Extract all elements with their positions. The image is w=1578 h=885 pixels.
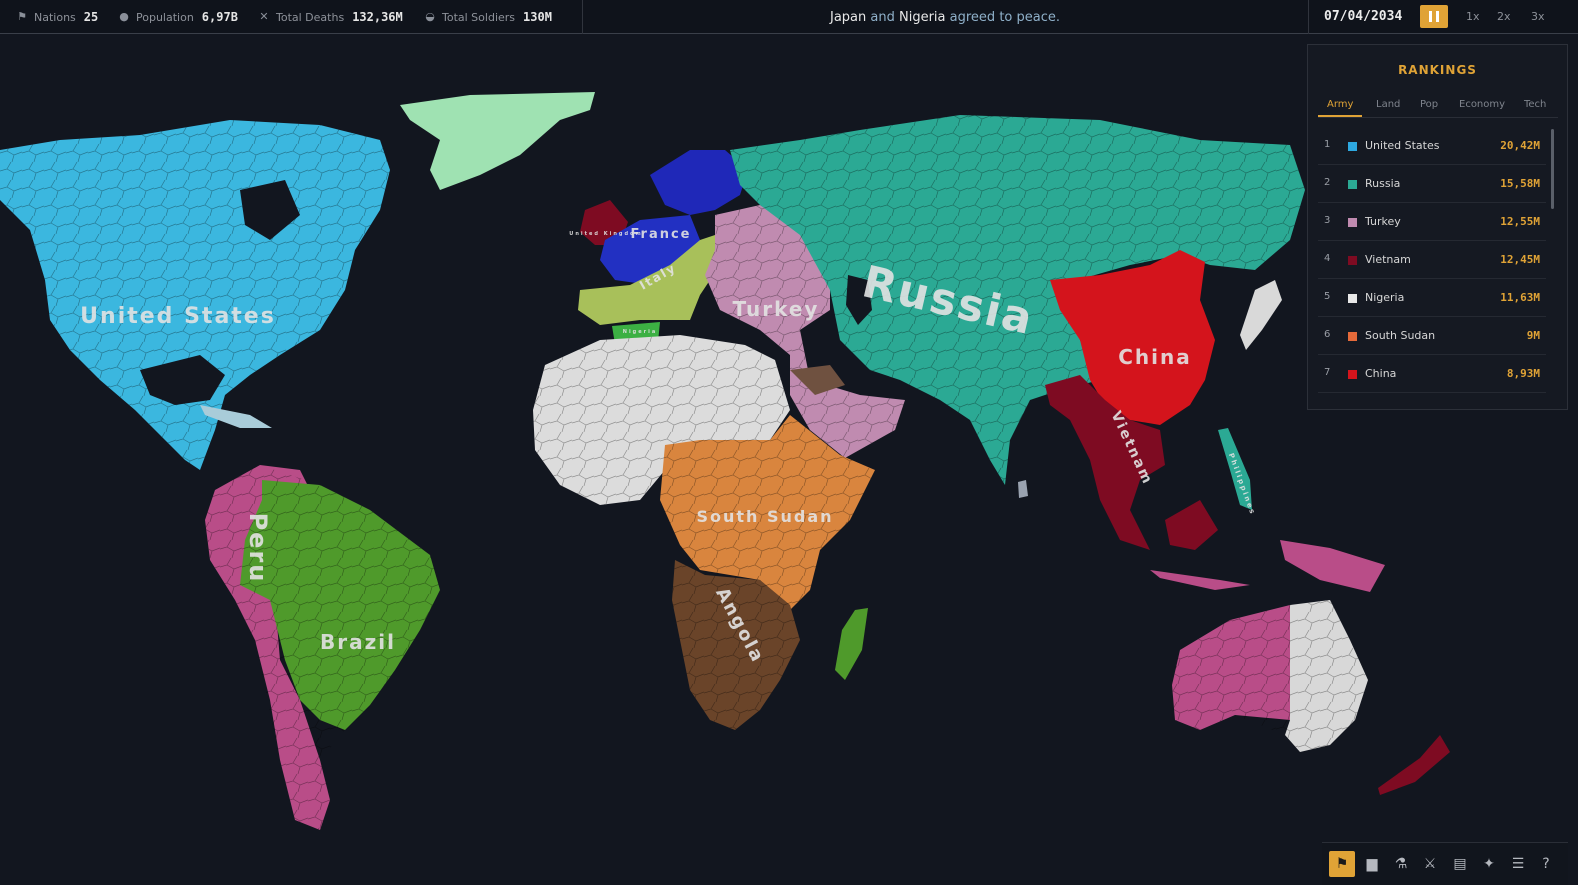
news-nation-b: Nigeria (899, 9, 946, 25)
label-turkey: Turkey (733, 297, 820, 321)
flask-icon[interactable]: ⚗ (1388, 851, 1414, 877)
label-united-states: United States (80, 304, 276, 329)
nation-name: China (1365, 367, 1397, 380)
soldiers-label: Total Soldiers (442, 10, 516, 24)
scroll-icon[interactable]: ▤ (1447, 851, 1473, 877)
soldiers-value: 130M (523, 10, 552, 24)
label-china: China (1118, 345, 1192, 369)
bottom-toolbar: ⚑ ▆ ⚗ ⚔ ▤ ✦ ☰ ? (1322, 842, 1568, 885)
population-label: Population (136, 10, 194, 24)
pause-button[interactable] (1420, 5, 1448, 28)
population-stat: ● Population 6,97B (118, 0, 238, 34)
rank-number: 1 (1324, 139, 1331, 150)
army-value: 11,63M (1500, 291, 1540, 304)
nation-color-swatch (1348, 256, 1357, 265)
tab-army[interactable]: Army (1327, 99, 1353, 110)
news-verb: agreed to peace. (949, 9, 1060, 25)
nation-name: United States (1365, 139, 1440, 152)
tab-tech[interactable]: Tech (1524, 99, 1546, 110)
alliance-icon[interactable]: ✦ (1476, 851, 1502, 877)
deaths-value: 132,36M (352, 10, 403, 24)
divider (1308, 0, 1309, 34)
nation-name: Russia (1365, 177, 1401, 190)
tab-economy[interactable]: Economy (1459, 99, 1505, 110)
news-nation-a: Japan (829, 9, 867, 25)
nation-name: Vietnam (1365, 253, 1411, 266)
ranking-row[interactable]: 4 Vietnam 12,45M (1318, 241, 1546, 279)
nations-label: Nations (34, 10, 76, 24)
nation-color-swatch (1348, 370, 1357, 379)
game-date: 07/04/2034 (1324, 9, 1403, 24)
deaths-label: Total Deaths (276, 10, 345, 24)
divider (582, 0, 583, 34)
top-stats-bar: ⚑ Nations 25 ● Population 6,97B ✕ Total … (0, 0, 1578, 34)
rank-number: 7 (1324, 367, 1331, 378)
army-value: 15,58M (1500, 177, 1540, 190)
nation-color-swatch (1348, 142, 1357, 151)
rank-number: 6 (1324, 329, 1331, 340)
army-value: 12,45M (1500, 253, 1540, 266)
sword-icon[interactable]: ⚔ (1417, 851, 1443, 877)
crossed-swords-icon: ✕ (259, 10, 269, 23)
soldiers-stat: ◒ Total Soldiers 130M (424, 0, 552, 34)
population-value: 6,97B (201, 10, 238, 24)
ranking-row[interactable]: 3 Turkey 12,55M (1318, 203, 1546, 241)
nation-color-swatch (1348, 180, 1357, 189)
label-nigeria: Nigeria (623, 329, 657, 335)
helmet-icon: ◒ (425, 10, 435, 23)
flag-icon: ⚑ (17, 10, 27, 23)
flag-icon[interactable]: ⚑ (1329, 851, 1355, 877)
rank-number: 2 (1324, 177, 1331, 188)
nations-value: 25 (83, 10, 99, 24)
rankings-panel: RANKINGS Army Land Pop Economy Tech 1 Un… (1307, 44, 1568, 410)
rankings-scrollbar[interactable] (1551, 129, 1554, 209)
speed-3x-button[interactable]: 3x (1531, 0, 1545, 34)
news-ticker: Japan and Nigeria agreed to peace. (585, 0, 1305, 34)
nations-stat: ⚑ Nations 25 (16, 0, 98, 34)
nation-name: Nigeria (1365, 291, 1405, 304)
rank-number: 5 (1324, 291, 1331, 302)
ranking-row[interactable]: 7 China 8,93M (1318, 355, 1546, 393)
nation-name: South Sudan (1365, 329, 1436, 342)
briefcase-icon[interactable]: ▆ (1359, 851, 1385, 877)
army-value: 8,93M (1506, 367, 1540, 380)
speed-1x-button[interactable]: 1x (1466, 0, 1480, 34)
menu-icon[interactable]: ☰ (1505, 851, 1531, 877)
army-value: 9M (1526, 329, 1540, 342)
label-brazil: Brazil (320, 630, 396, 654)
ranking-row[interactable]: 1 United States 20,42M (1318, 127, 1546, 165)
tab-divider (1318, 117, 1558, 118)
active-tab-indicator (1318, 115, 1362, 117)
ranking-row[interactable]: 6 South Sudan 9M (1318, 317, 1546, 355)
ranking-row[interactable]: 2 Russia 15,58M (1318, 165, 1546, 203)
tab-pop[interactable]: Pop (1420, 99, 1438, 110)
label-south-sudan: South Sudan (696, 507, 833, 526)
ranking-row[interactable]: 5 Nigeria 11,63M (1318, 279, 1546, 317)
nation-color-swatch (1348, 294, 1357, 303)
news-and: and (870, 9, 895, 25)
deaths-stat: ✕ Total Deaths 132,36M (258, 0, 403, 34)
rankings-title: RANKINGS (1398, 63, 1477, 77)
people-icon: ● (119, 10, 129, 23)
label-united-kingdom: United Kingdom (569, 231, 642, 237)
speed-2x-button[interactable]: 2x (1497, 0, 1511, 34)
help-icon[interactable]: ? (1533, 851, 1559, 877)
army-value: 20,42M (1500, 139, 1540, 152)
tab-land[interactable]: Land (1376, 99, 1400, 110)
rank-number: 4 (1324, 253, 1331, 264)
nation-color-swatch (1348, 218, 1357, 227)
rank-number: 3 (1324, 215, 1331, 226)
nation-name: Turkey (1365, 215, 1401, 228)
nation-color-swatch (1348, 332, 1357, 341)
army-value: 12,55M (1500, 215, 1540, 228)
label-peru: Peru (244, 513, 272, 584)
